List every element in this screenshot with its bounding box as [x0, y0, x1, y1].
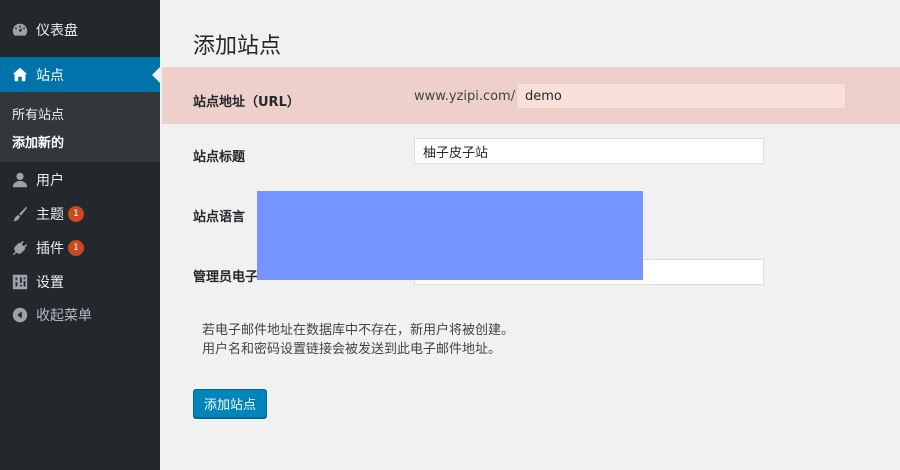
site-title-label: 站点标题: [193, 150, 246, 165]
menu-item-users[interactable]: 用户: [0, 163, 160, 197]
brush-icon: [10, 204, 30, 224]
submenu-item-all-sites[interactable]: 所有站点: [12, 104, 64, 123]
menu-label: 主题: [36, 207, 64, 223]
collapse-menu-button[interactable]: 收起菜单: [0, 298, 160, 332]
menu-item-plugins[interactable]: 插件 1: [0, 231, 160, 265]
menu-label: 插件: [36, 241, 64, 257]
submenu-item-add-new[interactable]: 添加新的: [12, 132, 64, 151]
settings-icon: [10, 272, 30, 292]
user-icon: [10, 170, 30, 190]
site-language-label: 站点语言: [193, 210, 246, 225]
menu-label: 设置: [36, 275, 64, 291]
sites-submenu: 所有站点 添加新的: [0, 92, 160, 162]
site-address-input[interactable]: [516, 83, 846, 109]
update-badge: 1: [68, 240, 84, 256]
plugin-icon: [10, 238, 30, 258]
site-address-label: 站点地址（URL）: [193, 95, 300, 110]
active-indicator: [152, 67, 160, 83]
menu-item-settings[interactable]: 设置: [0, 265, 160, 299]
sites-icon: [10, 65, 30, 85]
site-title-input[interactable]: [414, 138, 764, 164]
help-text-line: 若电子邮件地址在数据库中不存在，新用户将被创建。: [202, 323, 515, 338]
menu-item-themes[interactable]: 主题 1: [0, 197, 160, 231]
menu-item-sites[interactable]: 站点: [0, 57, 160, 93]
admin-sidebar: 仪表盘 站点 所有站点 添加新的 用户 主题 1 插件 1 设置 收起菜单: [0, 0, 160, 470]
menu-label: 收起菜单: [36, 308, 92, 324]
add-site-button[interactable]: 添加站点: [193, 389, 267, 418]
redaction-overlay: [257, 191, 643, 280]
page-title: 添加站点: [193, 34, 282, 59]
admin-email-label: 管理员电子: [193, 270, 259, 285]
dashboard-icon: [10, 20, 30, 40]
menu-label: 站点: [36, 68, 64, 84]
menu-label: 用户: [36, 173, 64, 189]
main-content: 添加站点 站点地址（URL） www.yzipi.com/ 站点标题 站点语言 …: [160, 0, 900, 470]
menu-label: 仪表盘: [36, 23, 78, 39]
menu-item-dashboard[interactable]: 仪表盘: [0, 13, 160, 47]
update-badge: 1: [68, 206, 84, 222]
url-prefix-text: www.yzipi.com/: [414, 89, 516, 104]
collapse-icon: [10, 305, 30, 325]
help-text-line: 用户名和密码设置链接会被发送到此电子邮件地址。: [202, 342, 502, 357]
